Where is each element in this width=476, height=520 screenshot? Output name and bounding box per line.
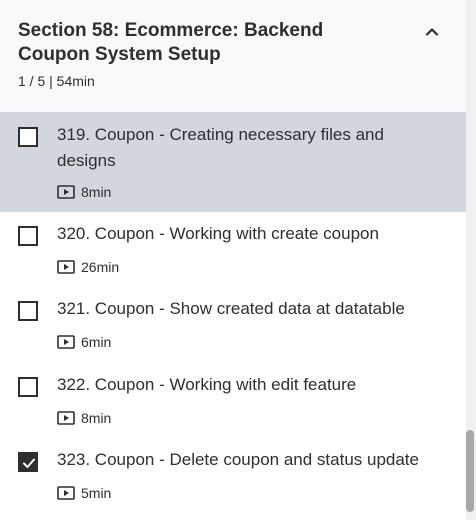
lecture-checkbox[interactable] — [18, 127, 38, 147]
lecture-duration: 6min — [57, 334, 111, 350]
lecture-duration-text: 8min — [81, 184, 112, 200]
lecture-duration: 5min — [57, 485, 111, 501]
video-play-icon — [57, 335, 75, 349]
lecture-duration-text: 26min — [81, 259, 120, 275]
lecture-title: 323. Coupon - Delete coupon and status u… — [57, 450, 419, 469]
lecture-list: 319. Coupon - Creating necessary files a… — [0, 113, 466, 513]
lecture-title: 321. Coupon - Show created data at datat… — [57, 299, 405, 318]
lecture-item[interactable]: 323. Coupon - Delete coupon and status u… — [0, 438, 466, 513]
lecture-title: 319. Coupon - Creating necessary files a… — [57, 125, 384, 170]
lecture-duration: 8min — [57, 184, 111, 200]
section-progress-meta: 1 / 5 | 54min — [18, 73, 95, 89]
scrollbar-thumb[interactable] — [466, 430, 474, 512]
lecture-duration: 26min — [57, 259, 119, 275]
lecture-checkbox[interactable] — [18, 226, 38, 246]
lecture-title: 322. Coupon - Working with edit feature — [57, 375, 357, 394]
lecture-checkbox[interactable] — [18, 301, 38, 321]
section-header[interactable]: Section 58: Ecommerce: Backend Coupon Sy… — [0, 0, 466, 113]
lecture-item[interactable]: 319. Coupon - Creating necessary files a… — [0, 113, 466, 212]
video-play-icon — [57, 411, 75, 425]
check-icon — [23, 458, 35, 468]
video-play-icon — [57, 486, 75, 500]
lecture-duration: 8min — [57, 410, 111, 426]
lecture-item[interactable]: 322. Coupon - Working with edit feature … — [0, 363, 466, 438]
lecture-checkbox[interactable] — [18, 377, 38, 397]
chevron-up-icon[interactable] — [420, 20, 444, 44]
video-play-icon — [57, 260, 75, 274]
lecture-item[interactable]: 321. Coupon - Show created data at datat… — [0, 287, 466, 363]
lecture-title: 320. Coupon - Working with create coupon — [57, 224, 379, 243]
lecture-item[interactable]: 320. Coupon - Working with create coupon… — [0, 212, 466, 287]
video-play-icon — [57, 185, 75, 199]
lecture-checkbox[interactable] — [18, 452, 38, 472]
section-title: Section 58: Ecommerce: Backend Coupon Sy… — [18, 20, 324, 65]
lecture-duration-text: 5min — [81, 485, 112, 501]
lecture-duration-text: 6min — [81, 334, 112, 350]
lecture-duration-text: 8min — [81, 410, 112, 426]
